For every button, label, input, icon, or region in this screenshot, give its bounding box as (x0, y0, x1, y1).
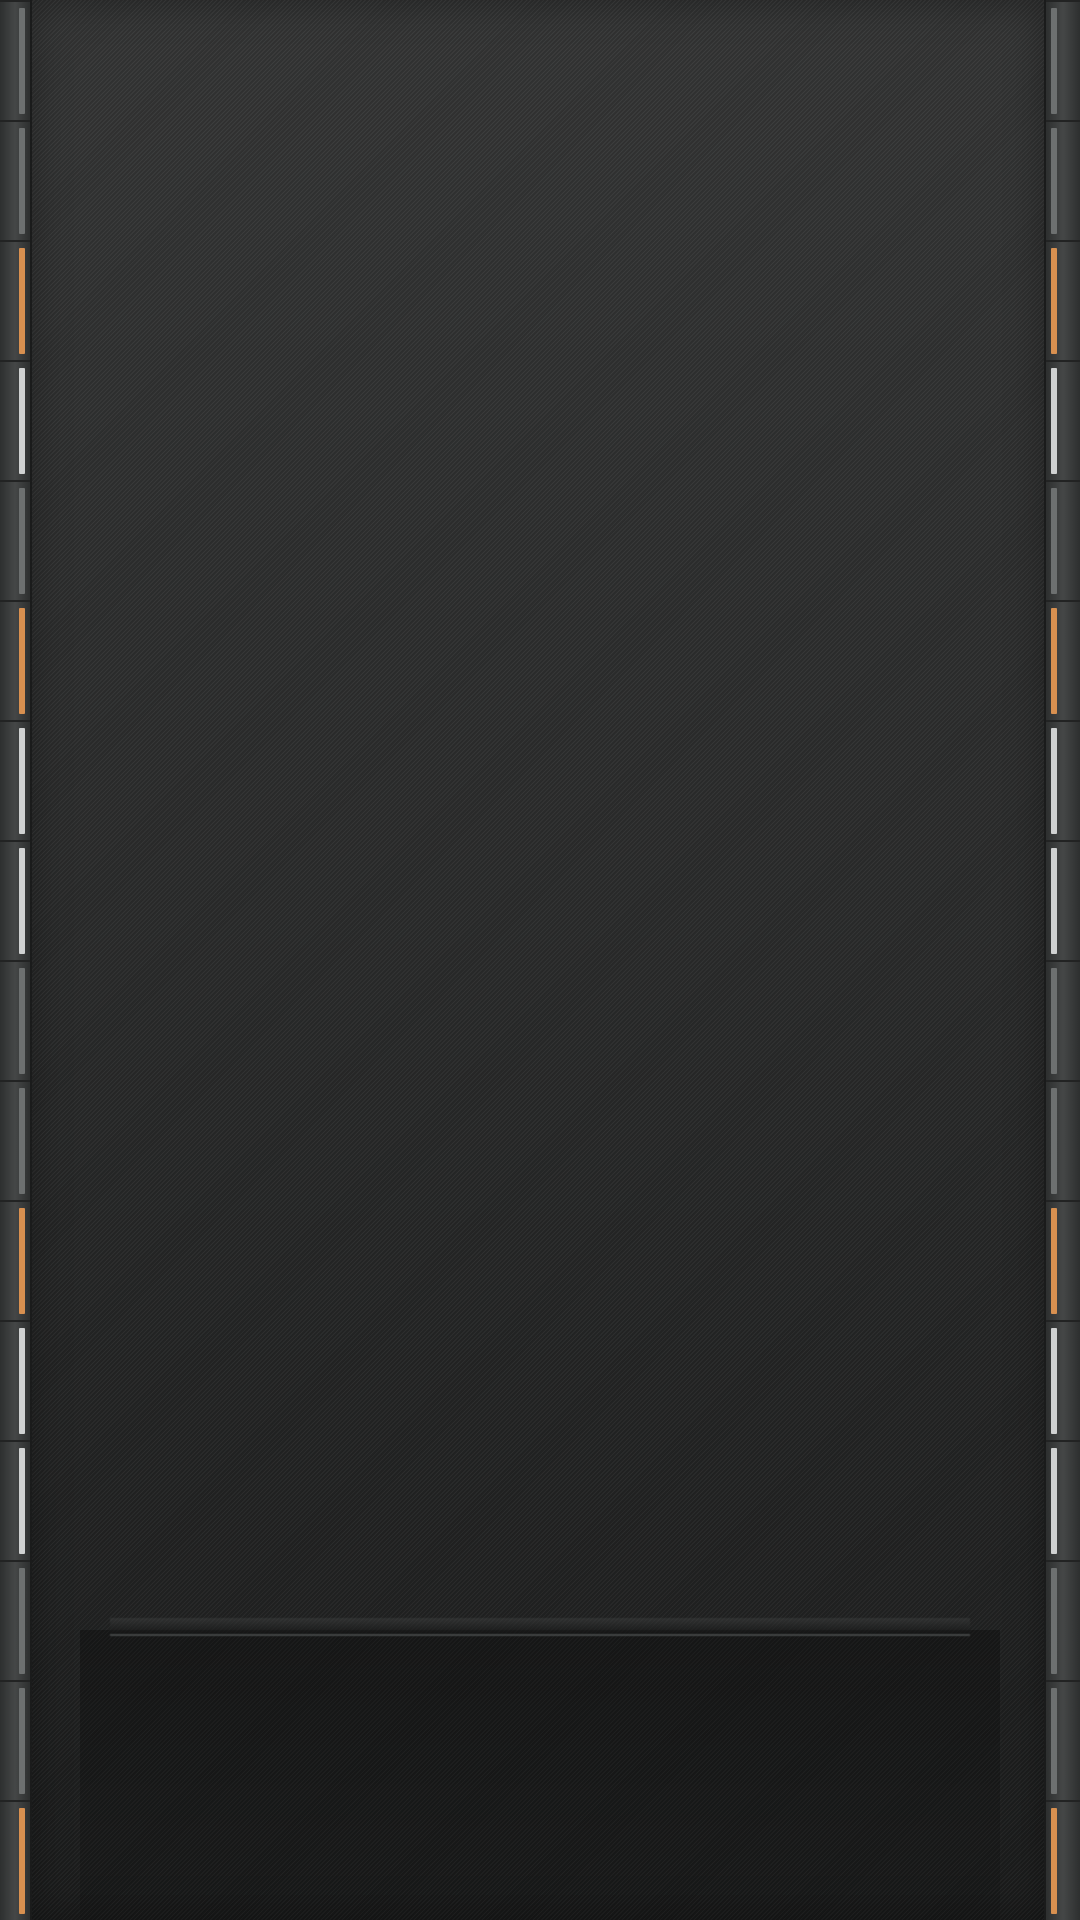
right-edge-segment (1046, 1200, 1080, 1320)
left-edge-segment (0, 1200, 30, 1320)
left-edge-stripe-gray (19, 128, 25, 234)
left-edge-segment (0, 1080, 30, 1200)
left-edge-stripe-gray (19, 968, 25, 1074)
left-edge-stripe-white (19, 848, 25, 954)
right-edge-segment (1046, 720, 1080, 840)
left-edge-stripe-white (19, 1448, 25, 1554)
left-edge-segment (0, 0, 30, 120)
left-edge-segment (0, 240, 30, 360)
shelf-shadow (80, 1630, 1000, 1920)
right-edge-stripe-white (1051, 1448, 1057, 1554)
right-edge-segment (1046, 360, 1080, 480)
left-edge-segment (0, 1800, 30, 1920)
left-edge-stripe-orange (19, 1808, 25, 1914)
right-edge-stripe-orange (1051, 1808, 1057, 1914)
right-edge-stripe-orange (1051, 608, 1057, 714)
right-edge-segment (1046, 840, 1080, 960)
left-edge-stripe-gray (19, 1088, 25, 1194)
right-edge-stripe-white (1051, 368, 1057, 474)
right-edge-segment (1046, 120, 1080, 240)
right-edge-stripe-gray (1051, 1088, 1057, 1194)
left-edge-stripe-gray (19, 488, 25, 594)
right-edge-stripe-orange (1051, 248, 1057, 354)
right-edge-stripe-white (1051, 1328, 1057, 1434)
right-edge-segment (1046, 1680, 1080, 1800)
right-edge-strip (1044, 0, 1080, 1920)
dock-shelf (110, 1618, 970, 1636)
left-edge-segment (0, 960, 30, 1080)
left-edge-stripe-orange (19, 608, 25, 714)
left-edge-segment (0, 1440, 30, 1560)
right-edge-stripe-gray (1051, 128, 1057, 234)
wallpaper (0, 0, 1080, 1920)
left-edge-segment (0, 1560, 30, 1680)
right-edge-segment (1046, 1440, 1080, 1560)
left-edge-segment (0, 360, 30, 480)
left-edge-stripe-gray (19, 8, 25, 114)
left-edge-segment (0, 600, 30, 720)
left-edge-segment (0, 1320, 30, 1440)
right-edge-segment (1046, 1320, 1080, 1440)
right-edge-segment (1046, 480, 1080, 600)
left-edge-segment (0, 840, 30, 960)
right-edge-stripe-gray (1051, 8, 1057, 114)
right-edge-stripe-white (1051, 848, 1057, 954)
right-edge-segment (1046, 1800, 1080, 1920)
right-edge-segment (1046, 1080, 1080, 1200)
right-edge-stripe-gray (1051, 1568, 1057, 1674)
right-edge-stripe-gray (1051, 968, 1057, 1074)
left-edge-segment (0, 1680, 30, 1800)
right-edge-segment (1046, 960, 1080, 1080)
left-edge-strip (0, 0, 32, 1920)
right-edge-segment (1046, 600, 1080, 720)
left-edge-stripe-orange (19, 248, 25, 354)
right-edge-segment (1046, 0, 1080, 120)
left-edge-stripe-orange (19, 1208, 25, 1314)
left-edge-stripe-gray (19, 1688, 25, 1794)
left-edge-stripe-white (19, 1328, 25, 1434)
left-edge-stripe-gray (19, 1568, 25, 1674)
left-edge-segment (0, 720, 30, 840)
right-edge-segment (1046, 1560, 1080, 1680)
left-edge-stripe-white (19, 728, 25, 834)
right-edge-segment (1046, 240, 1080, 360)
right-edge-stripe-white (1051, 728, 1057, 834)
right-edge-stripe-orange (1051, 1208, 1057, 1314)
right-edge-stripe-gray (1051, 1688, 1057, 1794)
right-edge-stripe-gray (1051, 488, 1057, 594)
left-edge-segment (0, 120, 30, 240)
left-edge-segment (0, 480, 30, 600)
left-edge-stripe-white (19, 368, 25, 474)
